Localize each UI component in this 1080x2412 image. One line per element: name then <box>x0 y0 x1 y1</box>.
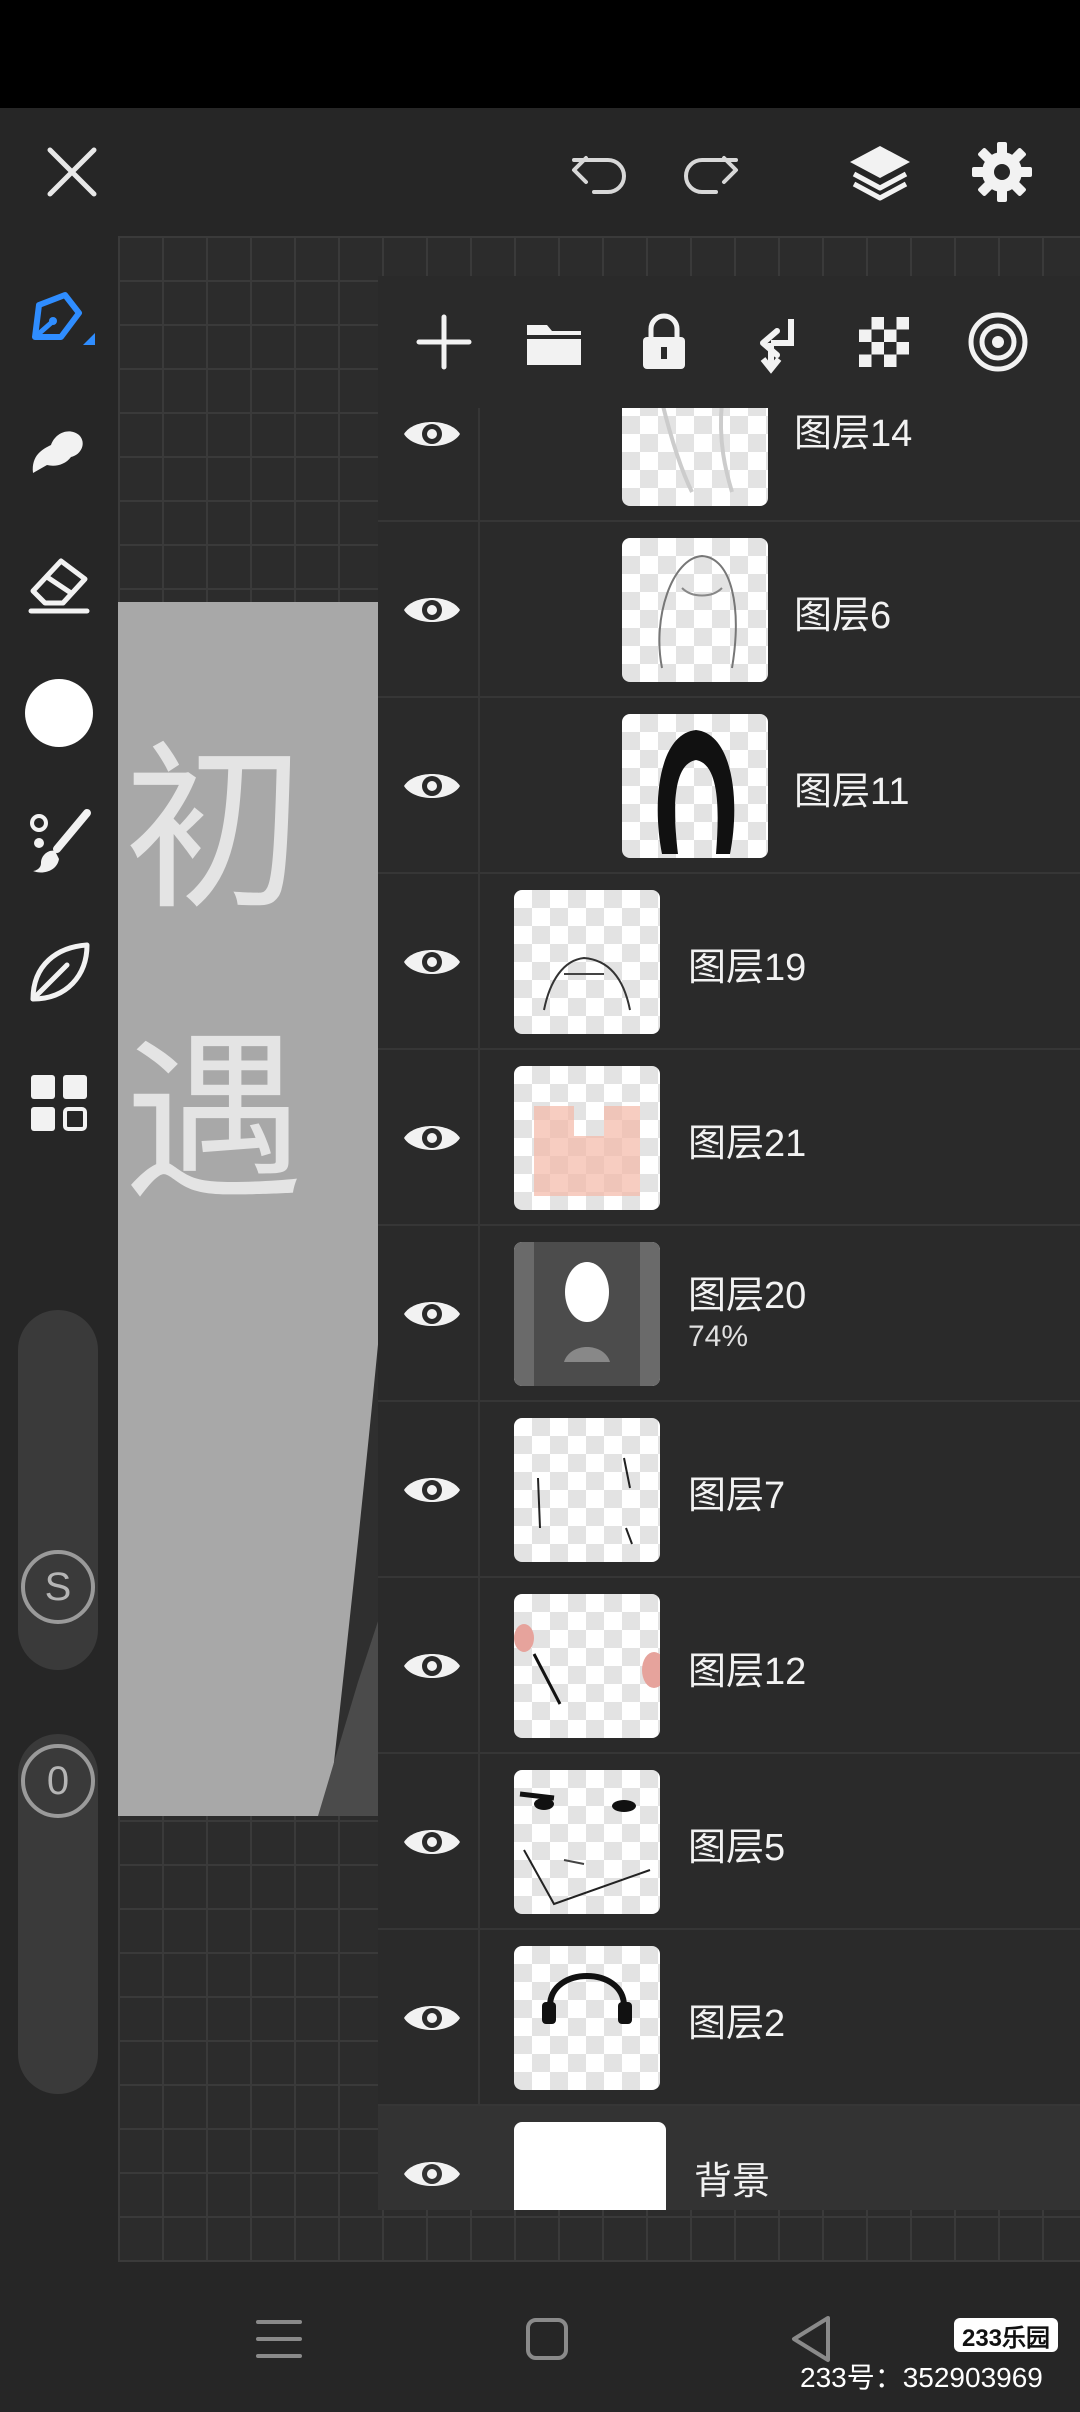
eye-icon[interactable] <box>398 2140 466 2208</box>
layer-name: 图层11 <box>794 771 910 813</box>
gear-icon[interactable] <box>962 132 1042 212</box>
row-divider <box>478 1402 480 1578</box>
layers-panel: 图层14 图层6 图层11 图层19 图层21 图层20 74% 图层7 图层1… <box>378 276 1080 2210</box>
artwork-title-char-2: 遇 <box>124 1016 304 1225</box>
layer-row[interactable]: 图层7 <box>378 1402 1080 1578</box>
layer-thumbnail <box>622 538 768 682</box>
layer-name: 图层19 <box>688 947 807 989</box>
eye-icon[interactable] <box>398 576 466 644</box>
layers-toolbar <box>378 276 1080 408</box>
layer-thumbnail <box>514 1594 660 1738</box>
brush-settings-icon[interactable] <box>14 798 104 888</box>
brush-size-label: S <box>21 1550 95 1624</box>
layer-name: 图层14 <box>794 413 913 455</box>
leaf-brush-icon[interactable] <box>14 928 104 1018</box>
layer-row[interactable]: 图层19 <box>378 874 1080 1050</box>
layer-thumbnail <box>514 1770 660 1914</box>
transparency-icon[interactable] <box>844 302 924 382</box>
undo-icon[interactable] <box>560 132 640 212</box>
layer-name: 图层2 <box>688 2003 786 2045</box>
eye-icon[interactable] <box>398 1808 466 1876</box>
row-divider <box>478 1754 480 1930</box>
layer-row[interactable]: 图层11 <box>378 698 1080 874</box>
smudge-tool-icon[interactable] <box>14 408 104 498</box>
layer-thumbnail <box>514 1418 660 1562</box>
row-divider <box>478 698 480 874</box>
layer-name: 图层20 <box>688 1275 807 1317</box>
home-icon[interactable] <box>514 2306 580 2372</box>
eye-icon[interactable] <box>398 928 466 996</box>
watermark-id: 233号：352903969 <box>800 2362 1043 2393</box>
eye-icon[interactable] <box>398 1104 466 1172</box>
brush-opacity-slider[interactable]: 0 <box>18 1734 98 2094</box>
redo-icon[interactable] <box>670 132 750 212</box>
eye-icon[interactable] <box>398 752 466 820</box>
row-divider <box>478 1226 480 1402</box>
layer-name: 图层7 <box>688 1475 786 1517</box>
radial-icon[interactable] <box>958 302 1038 382</box>
close-icon[interactable] <box>32 132 112 212</box>
layer-name: 图层6 <box>794 595 892 637</box>
layer-name: 图层21 <box>688 1123 807 1165</box>
eye-icon[interactable] <box>398 1632 466 1700</box>
layer-name: 背景 <box>694 2161 771 2203</box>
color-picker-icon[interactable] <box>14 668 104 758</box>
eye-icon[interactable] <box>398 1280 466 1348</box>
layer-name: 图层12 <box>688 1651 807 1693</box>
eye-icon[interactable] <box>398 1456 466 1524</box>
layer-row[interactable]: 图层20 74% <box>378 1226 1080 1402</box>
layer-thumbnail <box>514 1242 660 1386</box>
layer-row[interactable]: 图层2 <box>378 1930 1080 2106</box>
layer-row[interactable]: 图层21 <box>378 1050 1080 1226</box>
layer-opacity: 74% <box>688 1320 749 1353</box>
eraser-tool-icon[interactable] <box>14 538 104 628</box>
eye-icon[interactable] <box>398 400 466 468</box>
merge-down-icon[interactable] <box>734 302 814 382</box>
pen-tool-icon[interactable] <box>14 278 104 368</box>
menu-icon[interactable] <box>246 2306 312 2372</box>
lock-icon[interactable] <box>624 302 704 382</box>
status-bar <box>0 0 1080 108</box>
layer-thumbnail <box>514 1946 660 2090</box>
layer-thumbnail <box>514 2122 666 2210</box>
watermark-logo: 233乐园 <box>954 2318 1058 2352</box>
folder-icon[interactable] <box>514 302 594 382</box>
row-divider <box>478 1930 480 2106</box>
row-divider <box>478 1050 480 1226</box>
grid-panel-icon[interactable] <box>14 1058 104 1148</box>
brush-opacity-label: 0 <box>21 1744 95 1818</box>
brush-size-slider[interactable]: S <box>18 1310 98 1670</box>
layer-row[interactable]: 图层12 <box>378 1578 1080 1754</box>
row-divider <box>478 1578 480 1754</box>
layer-row-background[interactable]: 背景 <box>378 2106 1080 2210</box>
layer-thumbnail <box>514 1066 660 1210</box>
layer-name: 图层5 <box>688 1827 786 1869</box>
eye-icon[interactable] <box>398 1984 466 2052</box>
left-toolbar: S 0 <box>0 236 118 2262</box>
layer-row[interactable]: 图层6 <box>378 522 1080 698</box>
layers-icon[interactable] <box>840 132 920 212</box>
layer-thumbnail <box>514 890 660 1034</box>
row-divider <box>478 874 480 1050</box>
artwork-title-char-1: 初 <box>124 726 304 935</box>
row-divider <box>478 522 480 698</box>
layers-list[interactable]: 图层14 图层6 图层11 图层19 图层21 图层20 74% 图层7 图层1… <box>378 346 1080 2210</box>
layer-row[interactable]: 图层5 <box>378 1754 1080 1930</box>
layer-thumbnail <box>622 714 768 858</box>
top-toolbar <box>0 108 1080 236</box>
add-layer-icon[interactable] <box>404 302 484 382</box>
